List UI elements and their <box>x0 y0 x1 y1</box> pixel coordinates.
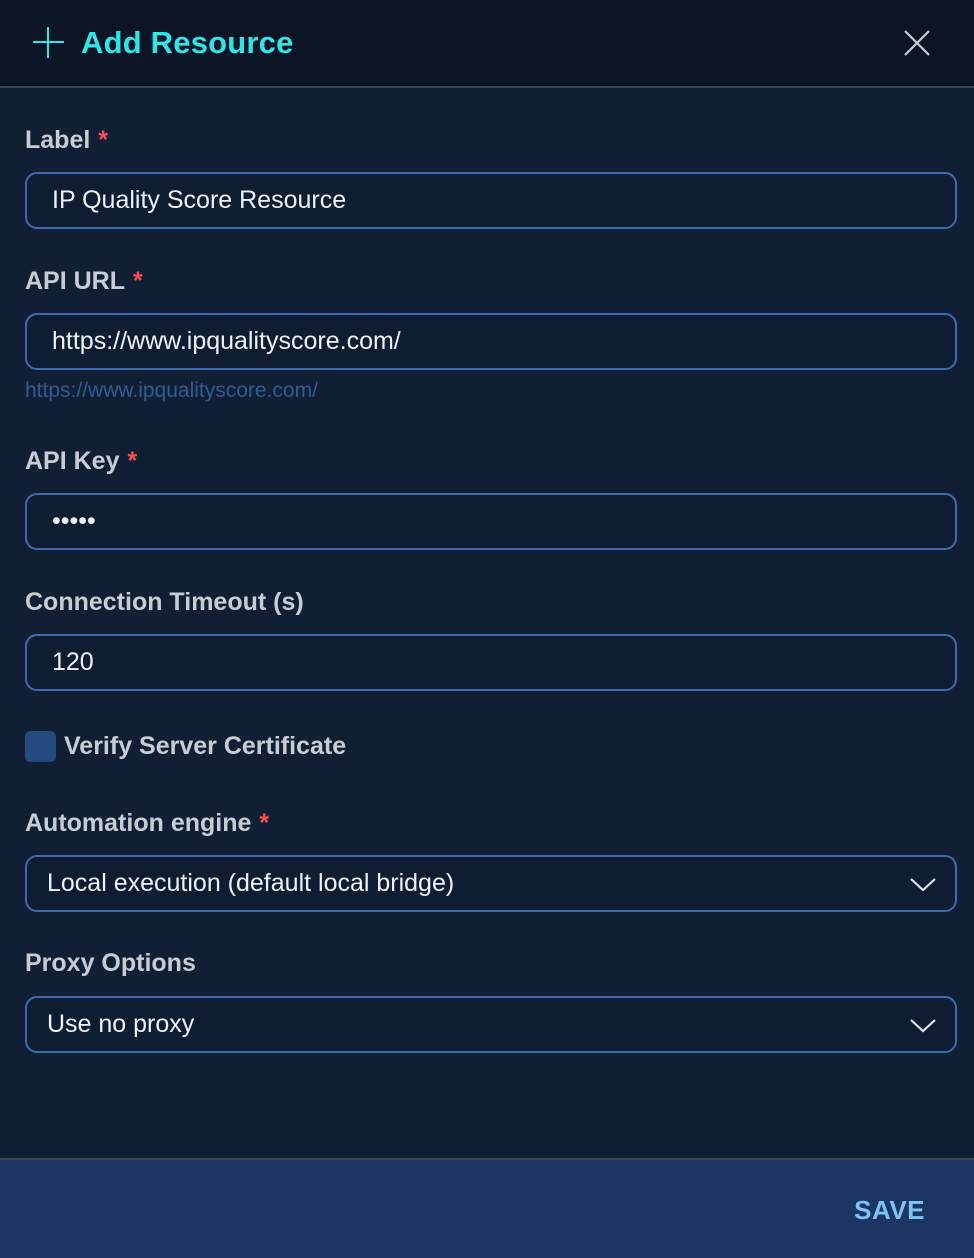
timeout-input-box[interactable] <box>25 634 957 691</box>
verify-certificate-checkbox[interactable] <box>25 731 56 762</box>
plus-icon <box>33 27 64 58</box>
required-mark: * <box>98 126 109 154</box>
api-key-field-label: API Key * <box>25 446 137 476</box>
api-url-helper-link[interactable]: https://www.ipqualityscore.com/ <box>25 378 318 404</box>
proxy-select[interactable]: Use no proxy <box>25 996 957 1053</box>
close-button[interactable] <box>900 26 934 60</box>
proxy-field-label: Proxy Options <box>25 949 196 977</box>
api-key-field-label-text: API Key <box>25 447 120 475</box>
label-field-label: Label * <box>25 125 108 155</box>
chevron-down-icon <box>909 874 937 894</box>
chevron-down-icon <box>909 1015 937 1035</box>
engine-select[interactable]: Local execution (default local bridge) <box>25 855 957 912</box>
label-input-box[interactable] <box>25 172 957 229</box>
timeout-field-label: Connection Timeout (s) <box>25 588 304 616</box>
dialog-header: Add Resource <box>0 0 974 88</box>
required-mark: * <box>259 809 270 837</box>
engine-field-label-text: Automation engine <box>25 809 252 837</box>
dialog-footer: SAVE <box>0 1158 974 1258</box>
timeout-input[interactable] <box>52 648 955 677</box>
close-icon <box>904 30 930 56</box>
api-url-field-label: API URL * <box>25 266 143 296</box>
proxy-select-value: Use no proxy <box>47 1010 195 1038</box>
label-field-label-text: Label <box>25 126 91 154</box>
api-key-input[interactable]: ••••• <box>52 507 96 536</box>
save-button[interactable]: SAVE <box>854 1194 925 1226</box>
api-url-input-box[interactable] <box>25 313 957 370</box>
required-mark: * <box>133 267 143 295</box>
dialog-title: Add Resource <box>81 25 294 60</box>
label-input[interactable] <box>52 186 955 215</box>
engine-select-value: Local execution (default local bridge) <box>47 869 455 897</box>
verify-certificate-label[interactable]: Verify Server Certificate <box>64 731 346 762</box>
api-url-field-label-text: API URL <box>25 267 125 295</box>
engine-field-label: Automation engine * <box>25 808 269 838</box>
api-url-input[interactable] <box>52 327 955 356</box>
required-mark: * <box>127 447 138 475</box>
api-key-input-box[interactable]: ••••• <box>25 493 957 550</box>
